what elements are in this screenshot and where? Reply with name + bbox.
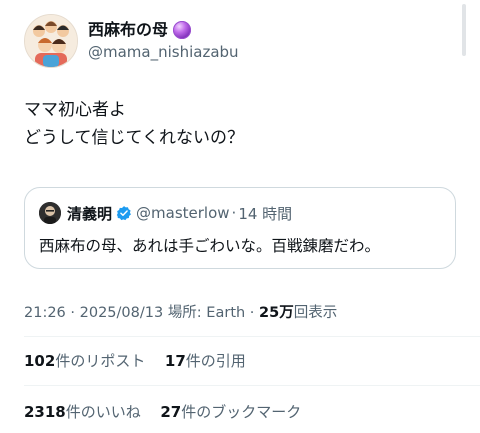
purple-orb-icon <box>173 21 192 39</box>
author-handle[interactable]: @mama_nishiazabu <box>88 42 239 62</box>
post-time[interactable]: 21:26 <box>24 305 66 321</box>
post-location: 場所: Earth <box>167 305 246 321</box>
divider <box>24 385 480 386</box>
quote-separator: · <box>231 204 237 222</box>
likes-count: 2318 <box>24 403 66 421</box>
bookmarks-count: 27 <box>160 403 182 421</box>
bookmarks-stat[interactable]: 27件のブックマーク <box>160 403 301 421</box>
quote-header: 清義明 @masterlow · 14 時間 <box>39 202 292 224</box>
divider <box>24 336 480 337</box>
tweet-line-2: どうして信じてくれないの？ <box>24 128 244 148</box>
author-display-name[interactable]: 西麻布の母 <box>88 20 168 40</box>
reposts-label: 件のリポスト <box>55 352 146 370</box>
quote-author-handle[interactable]: @masterlow <box>136 204 230 222</box>
stats-row-reposts-quotes: 102件のリポスト 17件の引用 <box>24 350 246 371</box>
quotes-label: 件の引用 <box>185 352 246 370</box>
bookmarks-label: 件のブックマーク <box>181 403 302 421</box>
likes-label: 件のいいね <box>65 403 141 421</box>
tweet-text: ママ初心者よ どうして信じてくれないの？ <box>24 96 244 152</box>
quote-author-name[interactable]: 清義明 <box>67 203 112 224</box>
tweet-meta: 21:26 · 2025/08/13 場所: Earth · 25万回表示 <box>24 301 337 322</box>
avatar-illustration <box>25 15 77 67</box>
views-label: 回表示 <box>293 305 338 321</box>
meta-separator-1: · <box>65 305 80 321</box>
reposts-count: 102 <box>24 352 56 370</box>
tweet-line-1: ママ初心者よ <box>24 100 126 120</box>
quote-timestamp[interactable]: 14 時間 <box>238 203 292 224</box>
verified-badge-icon <box>116 206 131 221</box>
quotes-stat[interactable]: 17件の引用 <box>165 352 246 370</box>
scrollbar-thumb[interactable] <box>462 4 466 56</box>
meta-separator-2: · <box>245 305 260 321</box>
quote-text: 西麻布の母、あれは手ごわいな。百戦錬磨だわ。 <box>39 237 381 255</box>
quoted-tweet-card[interactable]: 清義明 @masterlow · 14 時間 西麻布の母、あれは手ごわいな。百戦… <box>24 187 456 269</box>
quote-author-avatar[interactable] <box>39 202 61 224</box>
quotes-count: 17 <box>164 352 186 370</box>
author-names: 西麻布の母 @mama_nishiazabu <box>88 20 239 62</box>
author-display-row: 西麻布の母 <box>88 20 239 40</box>
quote-avatar-illustration <box>39 202 61 224</box>
reposts-stat[interactable]: 102件のリポスト <box>24 352 145 370</box>
stats-row-likes-bookmarks: 2318件のいいね 27件のブックマーク <box>24 401 301 422</box>
author-avatar[interactable] <box>24 14 78 68</box>
likes-stat[interactable]: 2318件のいいね <box>24 403 141 421</box>
tweet-header: 西麻布の母 @mama_nishiazabu <box>24 14 239 68</box>
post-date[interactable]: 2025/08/13 <box>80 305 164 321</box>
views-count: 25万 <box>259 305 294 321</box>
